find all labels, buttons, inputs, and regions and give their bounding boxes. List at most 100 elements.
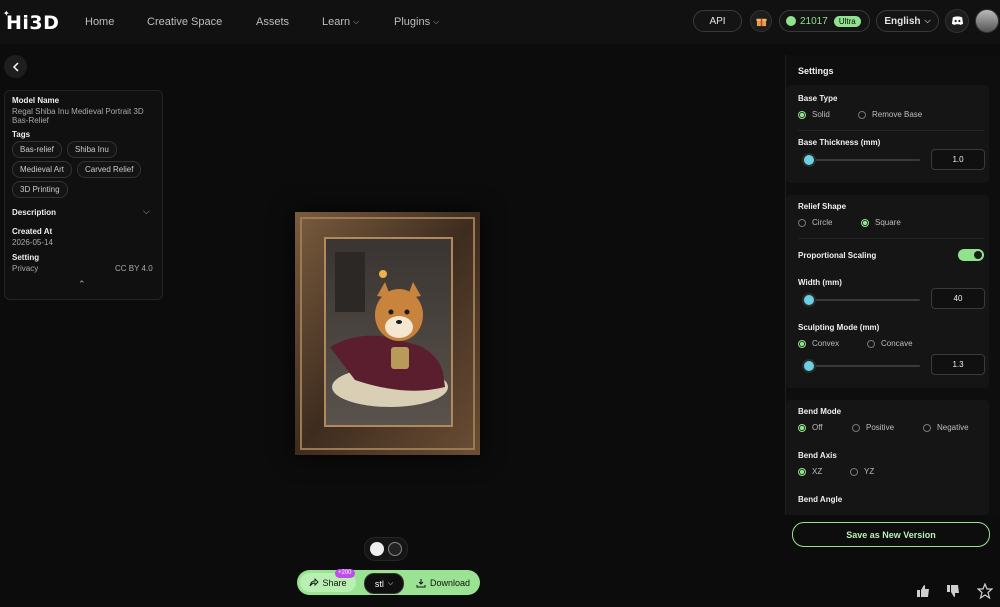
width-input[interactable]: 40 (931, 288, 985, 309)
top-bar: ✦ Hi3D Home Creative Space Assets Learn ⌵ … (0, 0, 1000, 44)
privacy-label: Privacy (12, 264, 39, 273)
model-info-panel: Model Name Regal Shiba Inu Medieval Port… (4, 90, 163, 300)
light-mode-icon[interactable] (370, 542, 384, 556)
logo[interactable]: ✦ Hi3D (3, 9, 59, 34)
base-type-solid-radio[interactable]: Solid (798, 110, 830, 119)
proportional-scaling-toggle[interactable] (958, 249, 984, 261)
discord-button[interactable] (945, 9, 969, 33)
toggle-thumb (974, 251, 982, 259)
bend-section: Bend Mode Off Positive Negative Bend Axi… (786, 400, 989, 515)
tag-chip[interactable]: Shiba Inu (67, 141, 117, 158)
nav-learn-label: Learn (322, 16, 351, 28)
api-button[interactable]: API (693, 10, 742, 32)
coin-icon (786, 16, 796, 26)
bend-mode-label: Bend Mode (798, 407, 842, 416)
chevron-down-icon: ⌵ (924, 16, 931, 25)
radio-icon (852, 423, 860, 432)
relief-preview-image (295, 212, 480, 455)
width-label: Width (mm) (798, 278, 842, 287)
star-icon[interactable] (976, 582, 994, 602)
sculpting-concave-radio[interactable]: Concave (867, 339, 913, 348)
api-label: API (709, 15, 726, 27)
dark-mode-icon[interactable] (388, 542, 402, 556)
nav-assets[interactable]: Assets (256, 16, 289, 28)
base-thickness-input[interactable]: 1.0 (931, 149, 985, 170)
radio-label: Concave (881, 339, 913, 348)
base-section: Base Type Solid Remove Base Base Thickne… (786, 85, 989, 183)
sculpting-mode-label: Sculpting Mode (mm) (798, 323, 880, 332)
description-label[interactable]: Description (12, 208, 56, 217)
chevron-left-icon (12, 61, 19, 72)
radio-selected-icon (798, 110, 806, 119)
share-icon (310, 578, 320, 587)
bend-axis-xz-radio[interactable]: XZ (798, 467, 822, 476)
credits-count: 21017 (800, 15, 828, 27)
format-select[interactable]: stl ⌵ (364, 573, 404, 594)
sculpting-depth-input[interactable]: 1.3 (931, 354, 985, 375)
divider (798, 130, 984, 131)
back-button[interactable] (4, 55, 27, 78)
relief-shape-circle-radio[interactable]: Circle (798, 218, 832, 227)
nav-home[interactable]: Home (85, 16, 114, 28)
nav-plugins[interactable]: Plugins ⌵ (394, 16, 439, 28)
bend-axis-label: Bend Axis (798, 451, 837, 460)
chevron-up-icon[interactable]: ⌃ (78, 279, 86, 290)
radio-selected-icon (861, 218, 869, 227)
radio-label: Square (875, 218, 901, 227)
slider-knob[interactable] (802, 293, 816, 307)
credits-pill[interactable]: 21017 Ultra (779, 10, 870, 32)
model-name-value: Regal Shiba Inu Medieval Portrait 3D Bas… (12, 107, 144, 125)
chevron-down-icon[interactable]: ⌵ (143, 206, 150, 217)
divider (798, 238, 984, 239)
radio-selected-icon (798, 339, 806, 348)
relief-shape-label: Relief Shape (798, 202, 847, 211)
settings-title: Settings (798, 66, 834, 76)
nav-learn[interactable]: Learn ⌵ (322, 16, 359, 28)
gift-button[interactable] (750, 10, 772, 32)
discord-icon (951, 16, 963, 25)
tag-chip[interactable]: Carved Relief (77, 161, 142, 178)
radio-label: Negative (937, 423, 969, 432)
bend-mode-negative-radio[interactable]: Negative (923, 423, 969, 432)
setting-label: Setting (12, 253, 40, 262)
tag-chip[interactable]: Medieval Art (12, 161, 73, 178)
share-reward-badge: +200 (335, 569, 355, 578)
radio-label: YZ (864, 467, 875, 476)
radio-icon (923, 423, 931, 432)
width-slider[interactable] (802, 293, 920, 307)
save-as-new-version-button[interactable]: Save as New Version (792, 522, 990, 547)
model-preview[interactable] (295, 212, 480, 455)
relief-shape-square-radio[interactable]: Square (861, 218, 901, 227)
thumbs-up-icon[interactable] (916, 584, 930, 601)
bend-mode-off-radio[interactable]: Off (798, 423, 823, 432)
logo-mark: ✦ (3, 9, 11, 18)
slider-knob[interactable] (802, 359, 816, 373)
format-value: stl (374, 578, 384, 589)
sculpting-convex-radio[interactable]: Convex (798, 339, 839, 348)
avatar[interactable] (975, 9, 999, 33)
base-type-label: Base Type (798, 94, 838, 103)
proportional-scaling-label: Proportional Scaling (798, 251, 877, 260)
radio-label: Remove Base (872, 110, 923, 119)
nav-creative-space[interactable]: Creative Space (147, 16, 222, 28)
tag-chip[interactable]: 3D Printing (12, 181, 68, 198)
slider-knob[interactable] (802, 153, 816, 167)
radio-label: Solid (812, 110, 830, 119)
radio-icon (858, 110, 866, 119)
privacy-value: CC BY 4.0 (115, 264, 153, 273)
share-label: Share (322, 577, 347, 588)
base-thickness-slider[interactable] (802, 153, 920, 167)
bend-mode-positive-radio[interactable]: Positive (852, 423, 894, 432)
tag-chip[interactable]: Bas-relief (12, 141, 62, 158)
download-button[interactable]: Download (410, 573, 476, 592)
nav-home-label: Home (85, 16, 115, 28)
thumbs-down-icon[interactable] (946, 584, 960, 601)
language-select[interactable]: English ⌵ (876, 10, 939, 32)
sculpting-depth-slider[interactable] (802, 359, 920, 373)
bend-axis-yz-radio[interactable]: YZ (850, 467, 874, 476)
base-type-remove-radio[interactable]: Remove Base (858, 110, 922, 119)
radio-icon (867, 339, 875, 348)
nav-creative-space-label: Creative Space (147, 16, 223, 28)
view-mode-toggle (364, 537, 408, 561)
chevron-down-icon: ⌵ (353, 17, 360, 26)
